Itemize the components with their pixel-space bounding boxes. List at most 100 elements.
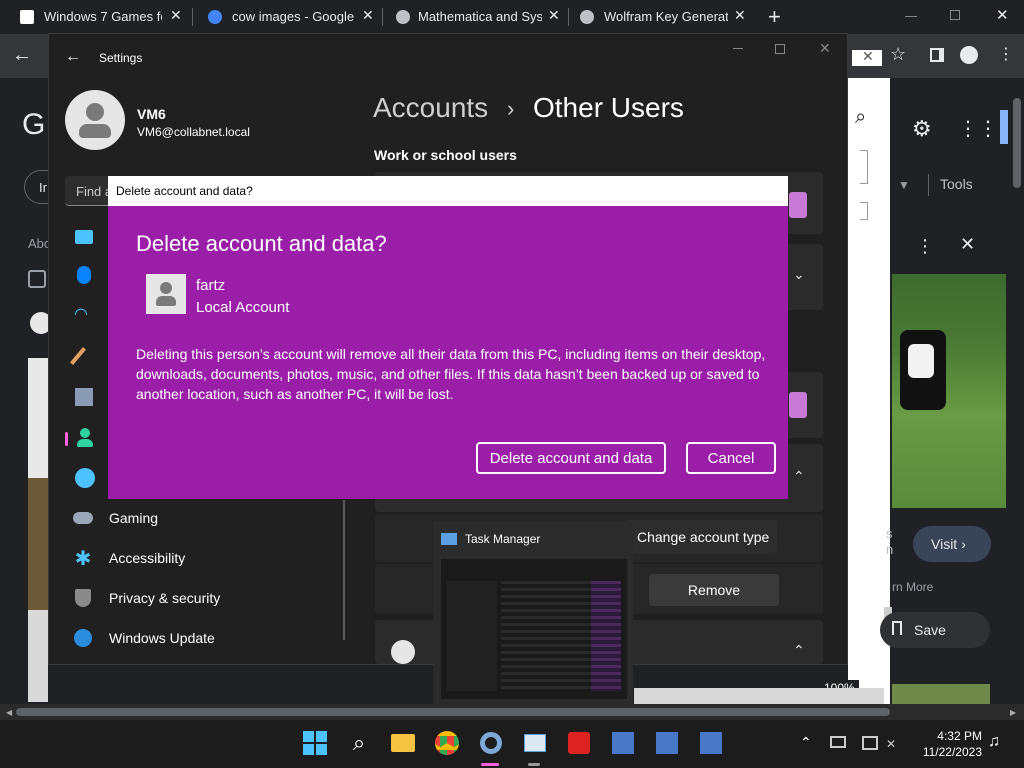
add-family-button-edge[interactable] — [789, 392, 807, 418]
tab-close-icon[interactable]: ✕ — [170, 7, 182, 24]
tab-close-icon[interactable]: ✕ — [362, 7, 374, 24]
apps-icon[interactable] — [75, 388, 93, 406]
dialog-body-text: Deleting this person’s account will remo… — [136, 346, 766, 402]
tools-button[interactable]: Tools — [940, 176, 973, 192]
google-favicon-icon — [208, 10, 222, 24]
menu-dots-icon[interactable]: ⋮ — [998, 44, 1014, 64]
browser-tab[interactable]: Windows 7 Games for ✕ — [0, 0, 190, 34]
minimize-icon[interactable] — [905, 16, 917, 17]
visit-label: Visit — [931, 536, 958, 552]
time-language-icon[interactable] — [75, 468, 95, 488]
browser-tab[interactable]: Mathematica and Syste ✕ — [380, 0, 568, 34]
gear-icon[interactable]: ⚙ — [912, 116, 932, 142]
close-window-icon[interactable]: ✕ — [996, 6, 1009, 24]
chrome-icon[interactable] — [434, 730, 460, 756]
side-panel-icon[interactable] — [930, 48, 944, 62]
scroll-right-icon[interactable]: ▶ — [1010, 708, 1016, 717]
clear-icon[interactable]: ✕ — [862, 48, 874, 65]
thumbnail[interactable] — [28, 610, 48, 702]
app-icon[interactable] — [610, 730, 636, 756]
nav-item-windows-update[interactable]: Windows Update — [73, 620, 333, 656]
chevron-up-icon[interactable]: ⌃ — [793, 468, 805, 485]
tab-close-icon[interactable]: ✕ — [734, 7, 746, 24]
browser-tab[interactable]: cow images - Google S ✕ — [190, 0, 380, 34]
learn-more-link[interactable]: rn More — [892, 580, 933, 594]
account-avatar — [146, 274, 186, 314]
nav-item-gaming[interactable]: Gaming — [73, 500, 333, 536]
app-icon[interactable] — [698, 730, 724, 756]
add-account-button-edge[interactable] — [789, 192, 807, 218]
bracket-shape — [860, 150, 868, 184]
new-tab-button[interactable]: + — [768, 4, 781, 30]
maximize-icon[interactable] — [775, 44, 785, 54]
nav-item-accessibility[interactable]: ✱ Accessibility — [73, 540, 333, 576]
start-button[interactable] — [302, 730, 328, 756]
close-window-icon[interactable]: ✕ — [819, 40, 831, 57]
bracket-shape — [860, 202, 868, 220]
tab-title: cow images - Google S — [232, 9, 354, 24]
back-arrow-icon[interactable]: ← — [12, 44, 32, 67]
task-manager-taskbar-icon[interactable] — [522, 730, 548, 756]
app-icon[interactable] — [654, 730, 680, 756]
section-heading: Work or school users — [374, 147, 517, 163]
avatar-head — [86, 103, 104, 121]
cow-image[interactable] — [892, 274, 1006, 508]
mute-icon[interactable]: ✕ — [886, 737, 896, 751]
chevron-up-icon[interactable]: ⌃ — [793, 642, 805, 659]
tab-close-icon[interactable]: ✕ — [548, 7, 560, 24]
apps-grid-icon[interactable]: ⋮⋮ — [958, 116, 998, 141]
breadcrumb-parent[interactable]: Accounts — [373, 92, 488, 124]
chevron-up-icon[interactable]: ⌃ — [800, 734, 812, 751]
clock-date[interactable]: 11/22/2023 — [908, 745, 982, 759]
minimize-icon[interactable] — [733, 48, 743, 49]
display-icon[interactable] — [75, 230, 93, 244]
address-bar-end[interactable]: ✕ — [852, 48, 882, 66]
active-indicator — [481, 763, 499, 766]
bluetooth-icon[interactable] — [77, 266, 91, 284]
nav-item-privacy[interactable]: Privacy & security — [73, 580, 333, 616]
file-explorer-icon[interactable] — [390, 730, 416, 756]
preview-columns — [591, 581, 621, 691]
star-icon[interactable]: ☆ — [890, 44, 906, 65]
wifi-icon[interactable]: ◠ — [74, 304, 88, 324]
cancel-button[interactable]: Cancel — [686, 442, 776, 474]
wolfram-icon[interactable] — [566, 730, 592, 756]
thumbnail[interactable] — [28, 478, 48, 610]
nav-scrollbar[interactable] — [343, 500, 345, 640]
settings-gear-icon[interactable] — [478, 730, 504, 756]
save-button[interactable]: Save — [880, 612, 990, 648]
remove-button[interactable]: Remove — [649, 574, 779, 606]
chevron-down-icon[interactable]: ⌄ — [793, 266, 805, 283]
more-options-icon[interactable]: ⋮ — [916, 236, 934, 257]
chevron-right-icon: › — [961, 536, 966, 552]
paintbrush-icon[interactable] — [70, 347, 86, 365]
accounts-icon[interactable] — [77, 428, 93, 448]
search-icon[interactable]: ⌕ — [855, 106, 866, 129]
task-manager-preview[interactable]: Task Manager — [433, 521, 633, 707]
notification-bell-icon[interactable]: ♫ — [988, 733, 1000, 751]
display-icon[interactable] — [862, 736, 878, 750]
avatar[interactable] — [65, 90, 125, 150]
delete-account-and-data-button[interactable]: Delete account and data — [476, 442, 666, 474]
clock-time[interactable]: 4:32 PM — [918, 729, 982, 743]
visit-button[interactable]: Visit › — [913, 526, 991, 562]
search-icon[interactable]: ⌕ — [346, 730, 372, 756]
change-account-type-button[interactable]: Change account type — [625, 520, 777, 554]
thumbnail[interactable] — [892, 684, 990, 704]
thumbnail[interactable] — [28, 358, 48, 478]
globe-favicon-icon — [396, 10, 410, 24]
scrollbar-thumb[interactable] — [16, 708, 890, 716]
preview-title: Task Manager — [465, 532, 541, 546]
network-icon[interactable] — [830, 736, 846, 748]
sign-in-edge[interactable] — [1000, 110, 1008, 144]
browser-tab[interactable]: Wolfram Key Generato ✕ — [566, 0, 756, 34]
scrollbar-thumb[interactable] — [1013, 98, 1021, 188]
shield-icon — [73, 588, 93, 608]
partial-text: n — [886, 542, 894, 557]
scroll-left-icon[interactable]: ◀ — [6, 708, 12, 717]
restore-icon[interactable] — [950, 10, 960, 20]
close-panel-icon[interactable]: ✕ — [960, 234, 975, 255]
dropdown-caret-icon[interactable]: ▼ — [898, 178, 910, 192]
back-arrow-icon[interactable]: ← — [65, 48, 81, 66]
profile-icon[interactable] — [960, 46, 978, 64]
